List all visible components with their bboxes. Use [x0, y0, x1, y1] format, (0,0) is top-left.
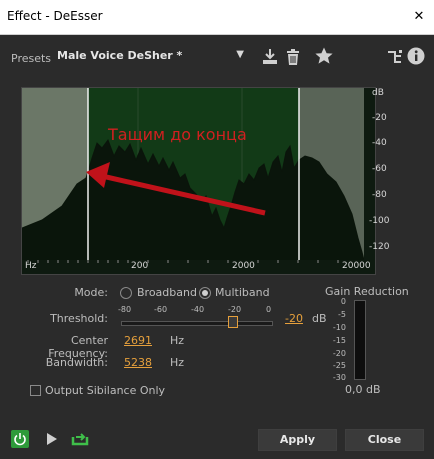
gain-tick-label: 0 [340, 297, 346, 306]
threshold-tick-label: -40 [191, 305, 205, 314]
loop-icon[interactable] [70, 430, 90, 451]
db-tick-label: -120 [369, 242, 390, 252]
output-sibilance-checkbox[interactable] [30, 385, 41, 396]
gain-reduction-meter [348, 298, 370, 380]
window-title: Effect - DeEsser [7, 9, 103, 23]
gain-reduction-scale: 0 -5 -10 -15 -20 -25 -30 [330, 297, 346, 382]
gain-tick-label: -5 [338, 310, 346, 319]
output-sibilance-label[interactable]: Output Sibilance Only [45, 384, 165, 397]
bandwidth-value[interactable]: 5238 [124, 356, 152, 369]
apply-button[interactable]: Apply [258, 429, 337, 451]
mode-label: Mode: [74, 286, 108, 299]
title-bar: Effect - DeEsser ✕ [0, 0, 434, 35]
multiband-label[interactable]: Multiband [215, 286, 270, 299]
threshold-value[interactable]: -20 [285, 312, 303, 325]
threshold-tick-label: -80 [118, 305, 132, 314]
routing-icon[interactable] [385, 47, 405, 67]
presets-dropdown[interactable]: Male Voice DeSher * ▼ [52, 45, 249, 67]
bandwidth-unit: Hz [170, 356, 185, 369]
broadband-radio[interactable] [120, 287, 132, 299]
db-tick-label: -100 [369, 216, 390, 226]
preset-toolbar: Presets: Male Voice DeSher * ▼ [0, 42, 434, 72]
threshold-label: Threshold: [50, 312, 108, 325]
gain-tick-label: -30 [332, 373, 346, 382]
db-scale: dB -20 -40 -60 -80 -100 -120 [352, 87, 389, 267]
presets-label: Presets: [11, 52, 55, 65]
close-button[interactable]: Close [345, 429, 424, 451]
db-scale-label: dB [372, 88, 384, 98]
freq-tick-label: 2000 [232, 261, 255, 271]
db-tick-label: -80 [372, 190, 387, 200]
threshold-tick-label: 0 [266, 305, 272, 314]
power-icon[interactable] [11, 430, 29, 448]
play-icon[interactable] [45, 432, 59, 449]
download-icon[interactable] [260, 47, 280, 67]
freq-axis-label-hz: Hz [25, 261, 37, 271]
threshold-tick-label: -20 [228, 305, 242, 314]
close-window-button[interactable]: ✕ [404, 0, 434, 34]
gain-tick-label: -20 [332, 349, 346, 358]
gain-tick-label: -15 [332, 336, 346, 345]
center-frequency-unit: Hz [170, 334, 185, 347]
db-tick-label: -60 [372, 164, 387, 174]
freq-tick-label: 200 [131, 261, 149, 271]
db-tick-label: -20 [372, 113, 387, 123]
chevron-down-icon: ▼ [236, 49, 244, 60]
star-icon[interactable] [314, 46, 334, 66]
center-frequency-value[interactable]: 2691 [124, 334, 152, 347]
threshold-slider-thumb[interactable] [228, 316, 238, 328]
frequency-graph[interactable]: Тащим до конца Hz 200 2000 20000 [21, 87, 376, 275]
gain-reduction-bar [354, 300, 366, 380]
gain-tick-label: -25 [332, 361, 346, 370]
threshold-tick-label: -60 [154, 305, 168, 314]
info-icon[interactable] [406, 46, 426, 66]
multiband-radio[interactable] [199, 287, 211, 299]
broadband-label[interactable]: Broadband [137, 286, 197, 299]
threshold-unit: dB [312, 312, 327, 325]
bandwidth-label: Bandwidth: [45, 356, 108, 369]
presets-value: Male Voice DeSher * [57, 49, 183, 62]
gain-tick-label: -10 [332, 323, 346, 332]
threshold-slider[interactable] [121, 316, 273, 328]
gain-reduction-readout: 0,0 dB [345, 383, 381, 396]
db-tick-label: -40 [372, 138, 387, 148]
trash-icon[interactable] [283, 47, 303, 67]
annotation-text: Тащим до конца [107, 125, 247, 144]
